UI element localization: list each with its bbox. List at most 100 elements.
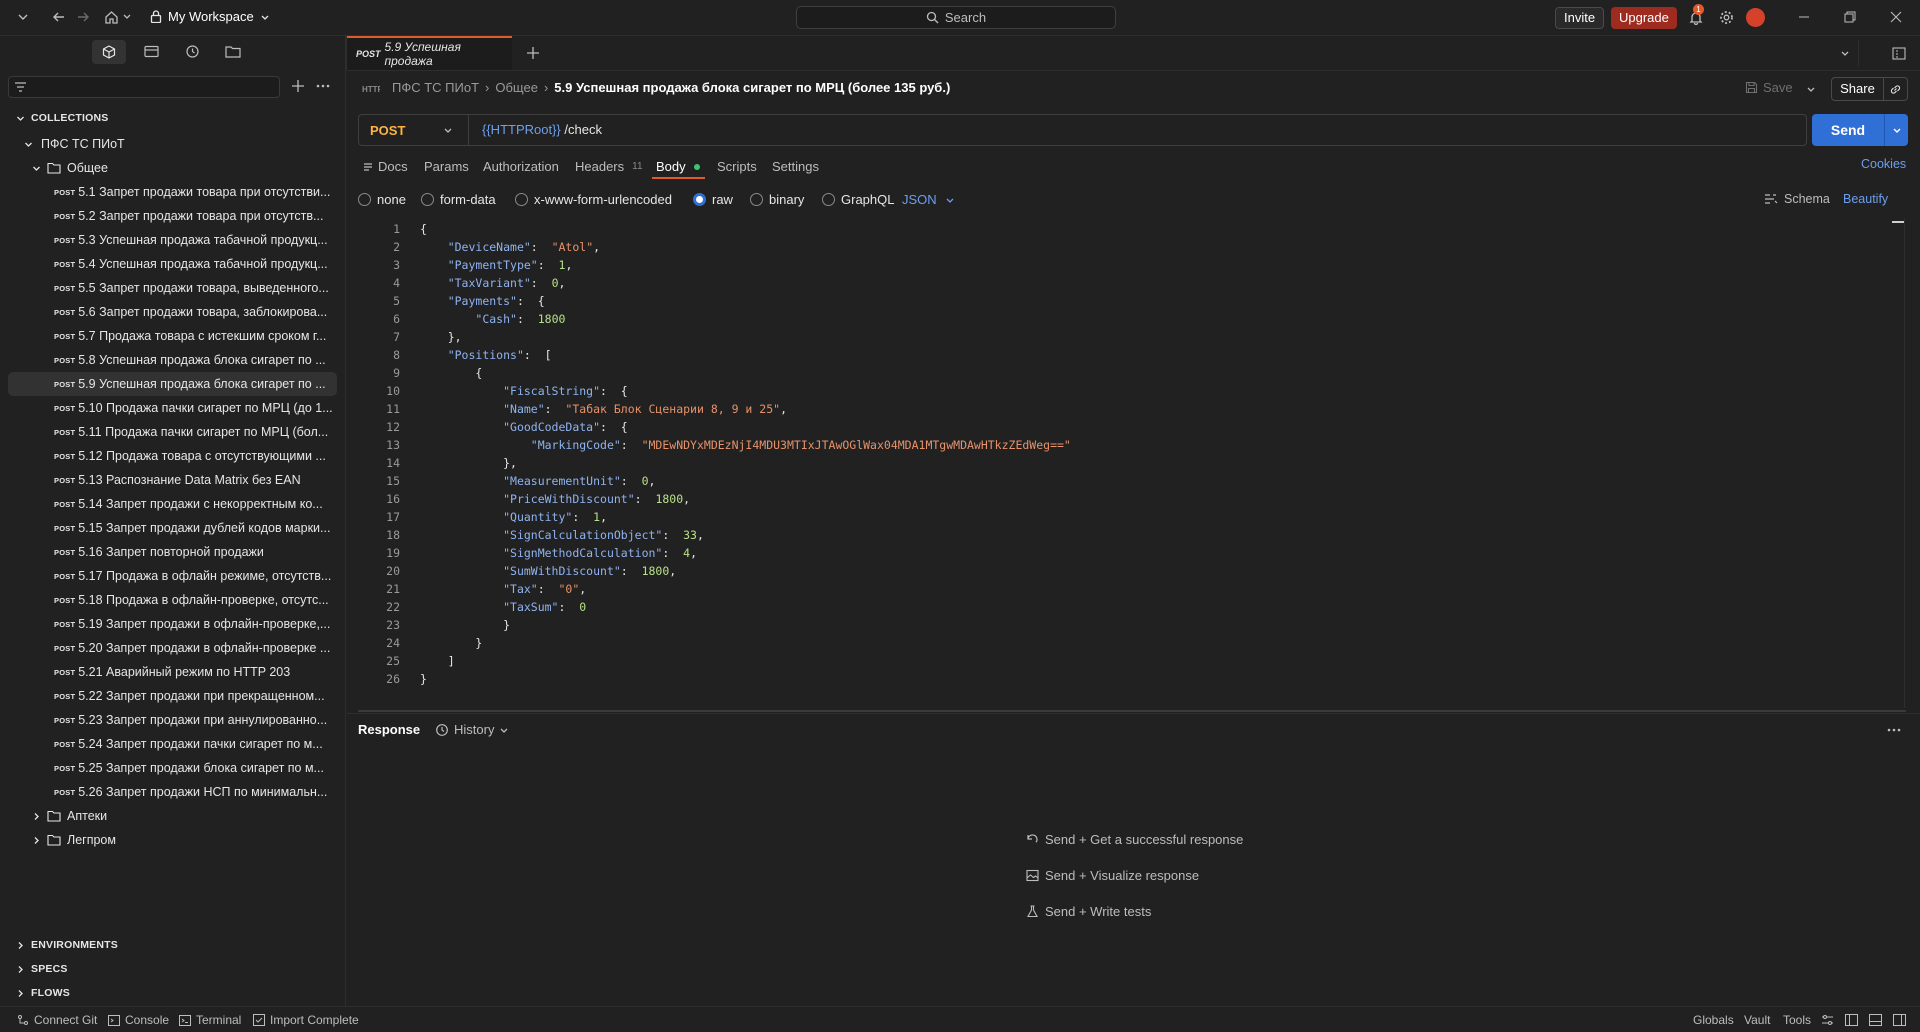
tab-body[interactable]: Body (656, 159, 700, 174)
request-item[interactable]: POST 5.25 Запрет продажи блока сигарет по… (0, 756, 346, 780)
response-label[interactable]: Response (358, 722, 420, 737)
request-item[interactable]: POST 5.10 Продажа пачки сигарет по МРЦ (д… (0, 396, 346, 420)
tab-headers[interactable]: Headers 11 (575, 159, 643, 174)
radio-graphql[interactable] (822, 193, 835, 206)
request-item[interactable]: POST 5.26 Запрет продажи НСП по минимальн… (0, 780, 346, 804)
tab-scripts[interactable]: Scripts (717, 159, 757, 174)
global-search[interactable]: Search (796, 6, 1116, 29)
avatar[interactable] (1746, 8, 1765, 27)
chevron-down-icon[interactable] (16, 10, 30, 24)
layout-right-icon[interactable] (1893, 1014, 1906, 1026)
method-select[interactable]: POST (359, 115, 469, 145)
request-item[interactable]: POST 5.9 Успешная продажа блока сигарет п… (8, 372, 337, 396)
home-icon[interactable] (104, 10, 119, 24)
invite-button[interactable]: Invite (1555, 7, 1605, 29)
url-input[interactable]: {{HTTPRoot}} /check (482, 122, 602, 137)
environments-section-header[interactable]: ENVIRONMENTS (16, 939, 118, 951)
request-item[interactable]: POST 5.20 Запрет продажи в офлайн-проверк… (0, 636, 346, 660)
folder-item-closed[interactable]: Аптеки (0, 804, 346, 828)
send-dropdown-button[interactable] (1884, 114, 1908, 146)
specs-section-header[interactable]: SPECS (16, 963, 68, 975)
body-mode-urlencoded[interactable]: x-www-form-urlencoded (515, 192, 672, 207)
back-arrow-icon[interactable] (52, 10, 66, 24)
radio-urlencoded[interactable] (515, 193, 528, 206)
save-button[interactable]: Save (1745, 80, 1793, 95)
restore-icon[interactable] (1844, 11, 1856, 23)
request-item[interactable]: POST 5.15 Запрет продажи дублей кодов мар… (0, 516, 346, 540)
radio-binary[interactable] (750, 193, 763, 206)
request-item[interactable]: POST 5.2 Запрет продажи товара при отсутс… (0, 204, 346, 228)
request-title[interactable]: 5.9 Успешная продажа блока сигарет по МР… (554, 80, 950, 95)
code-editor[interactable]: 1 2 3 4 5 6 7 8 9 10 11 12 13 14 15 16 17 18 19 20 21 22 23 24 2… (358, 218, 1906, 708)
radio-raw[interactable] (693, 193, 706, 206)
tools-button[interactable]: Tools (1783, 1013, 1811, 1027)
close-icon[interactable] (1890, 11, 1902, 23)
request-item[interactable]: POST 5.4 Успешная продажа табачной продук… (0, 252, 346, 276)
history-tab[interactable]: History (435, 722, 509, 737)
schema-button[interactable]: Schema (1764, 192, 1830, 206)
collection-item[interactable]: ПФС ТС ПИоТ (0, 132, 346, 156)
body-mode-graphql[interactable]: GraphQL (822, 192, 894, 207)
upgrade-button[interactable]: Upgrade (1611, 7, 1677, 29)
folder-nav-icon[interactable] (225, 45, 241, 58)
terminal-button[interactable]: Terminal (179, 1013, 241, 1027)
history-nav-icon[interactable] (185, 44, 200, 59)
layout-bottom-icon[interactable] (1869, 1014, 1882, 1026)
body-mode-binary[interactable]: binary (750, 192, 804, 207)
layout-left-icon[interactable] (1845, 1014, 1858, 1026)
tab-settings[interactable]: Settings (772, 159, 819, 174)
forward-arrow-icon[interactable] (76, 10, 90, 24)
hint-write-tests[interactable]: Send + Write tests (1026, 904, 1151, 919)
request-item[interactable]: POST 5.19 Запрет продажи в офлайн-проверк… (0, 612, 346, 636)
request-item[interactable]: POST 5.22 Запрет продажи при прекращенном… (0, 684, 346, 708)
folder-item-open[interactable]: Общее (0, 156, 346, 180)
request-item[interactable]: POST 5.17 Продажа в офлайн режиме, отсутс… (0, 564, 346, 588)
request-item[interactable]: POST 5.7 Продажа товара с истекшим сроком… (0, 324, 346, 348)
folder-item-closed[interactable]: Легпром (0, 828, 346, 852)
new-tab-plus-icon[interactable] (526, 46, 540, 60)
format-select[interactable]: JSON (902, 192, 955, 207)
filter-input[interactable] (8, 76, 280, 98)
tab-authorization[interactable]: Authorization (483, 159, 559, 174)
settings-sliders-icon[interactable] (1821, 1014, 1834, 1026)
more-icon[interactable] (1887, 723, 1901, 737)
request-item[interactable]: POST 5.13 Распознание Data Matrix без EAN (0, 468, 346, 492)
hint-visualize-response[interactable]: Send + Visualize response (1026, 868, 1199, 883)
globals-button[interactable]: Globals (1693, 1013, 1734, 1027)
request-item[interactable]: POST 5.21 Аварийный режим по HTTP 203 (0, 660, 346, 684)
request-item[interactable]: POST 5.3 Успешная продажа табачной продук… (0, 228, 346, 252)
body-mode-raw[interactable]: raw (693, 192, 733, 207)
cookies-link[interactable]: Cookies (1861, 157, 1906, 171)
beautify-button[interactable]: Beautify (1843, 192, 1888, 206)
request-item[interactable]: POST 5.18 Продажа в офлайн-проверке, отсу… (0, 588, 346, 612)
plus-icon[interactable] (291, 79, 305, 93)
radio-none[interactable] (358, 193, 371, 206)
link-icon[interactable] (1889, 83, 1902, 96)
collections-section-header[interactable]: COLLECTIONS (16, 112, 108, 124)
request-item[interactable]: POST 5.12 Продажа товара с отсутствующими… (0, 444, 346, 468)
body-mode-form-data[interactable]: form-data (421, 192, 496, 207)
body-mode-none[interactable]: none (358, 192, 406, 207)
breadcrumb-folder[interactable]: Общее (495, 80, 538, 95)
minimize-icon[interactable] (1798, 11, 1810, 23)
request-item[interactable]: POST 5.5 Запрет продажи товара, выведенно… (0, 276, 346, 300)
console-button[interactable]: Console (108, 1013, 169, 1027)
tabs-dropdown-icon[interactable] (1840, 48, 1850, 58)
connect-git-button[interactable]: Connect Git (17, 1013, 97, 1027)
flows-section-header[interactable]: FLOWS (16, 987, 70, 999)
tab-docs[interactable]: Docs (363, 159, 408, 174)
tab-request-active[interactable]: POST 5.9 Успешная продажа (347, 36, 512, 70)
tab-params[interactable]: Params (424, 159, 469, 174)
workspace-switcher[interactable]: My Workspace (150, 9, 270, 24)
home-chevron-icon[interactable] (122, 11, 132, 21)
request-item[interactable]: POST 5.23 Запрет продажи при аннулированн… (0, 708, 346, 732)
request-item[interactable]: POST 5.11 Продажа пачки сигарет по МРЦ (б… (0, 420, 346, 444)
request-item[interactable]: POST 5.24 Запрет продажи пачки сигарет по… (0, 732, 346, 756)
more-icon[interactable] (316, 79, 330, 93)
import-status[interactable]: Import Complete (253, 1013, 359, 1027)
request-item[interactable]: POST 5.14 Запрет продажи с некорректным к… (0, 492, 346, 516)
editor-horizontal-scrollbar[interactable] (358, 710, 1906, 712)
radio-form-data[interactable] (421, 193, 434, 206)
save-dropdown-icon[interactable] (1806, 84, 1816, 94)
share-button[interactable]: Share (1832, 78, 1884, 100)
